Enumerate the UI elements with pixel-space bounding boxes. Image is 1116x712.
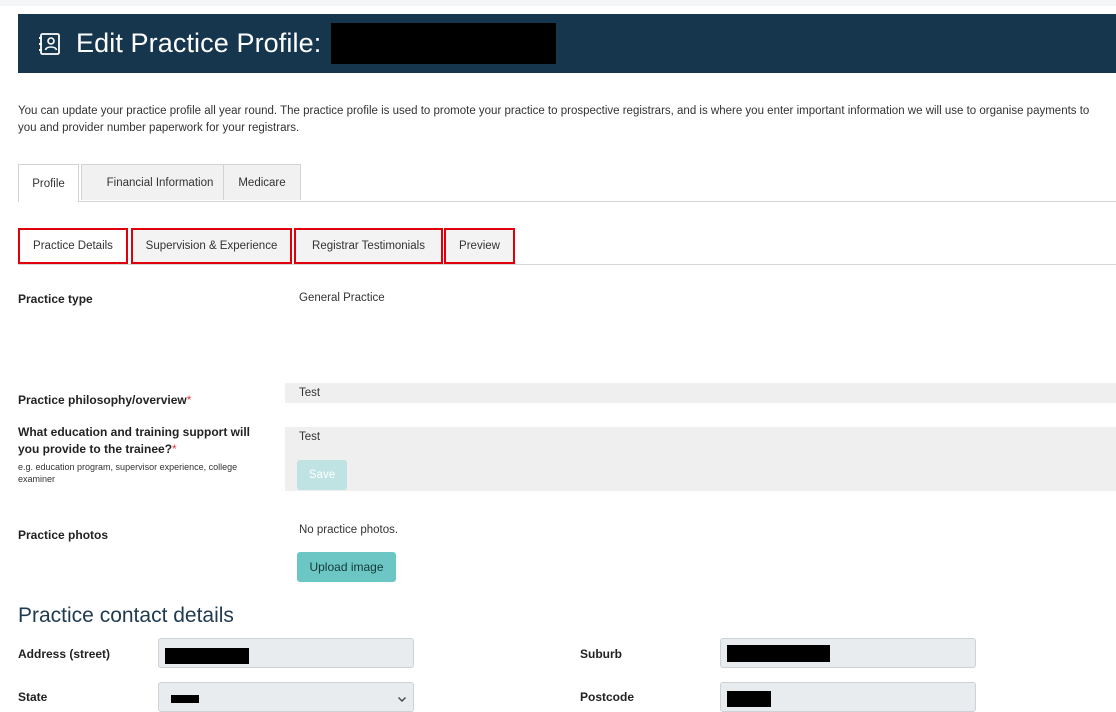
required-mark: *: [186, 393, 192, 407]
chevron-down-icon: [397, 691, 407, 702]
address-input[interactable]: [158, 638, 414, 668]
tab-supervision-experience[interactable]: Supervision & Experience: [131, 228, 292, 264]
state-label: State: [18, 690, 48, 704]
required-mark: *: [172, 442, 177, 456]
education-textbox[interactable]: [285, 427, 1116, 491]
postcode-label: Postcode: [580, 690, 635, 704]
tab-profile[interactable]: Profile: [18, 164, 79, 202]
practice-type-label: Practice type: [18, 292, 93, 306]
education-label: What education and training support will…: [18, 424, 273, 485]
tab-financial-information[interactable]: Financial Information: [81, 164, 239, 200]
suburb-label: Suburb: [580, 647, 622, 661]
philosophy-value: Test: [299, 387, 321, 399]
no-photos-text: No practice photos.: [299, 524, 399, 536]
address-label: Address (street): [18, 647, 111, 661]
practice-photos-label: Practice photos: [18, 528, 109, 542]
redacted-state: [171, 695, 199, 703]
page-title: Edit Practice Profile:: [76, 28, 322, 58]
education-help-text: e.g. education program, supervisor exper…: [18, 462, 238, 484]
save-button[interactable]: Save: [297, 460, 347, 490]
main-tabs: Profile Financial Information Medicare: [18, 164, 1116, 202]
sub-tabs: Practice Details Supervision & Experienc…: [18, 228, 1116, 265]
profile-card-icon: [38, 31, 64, 57]
suburb-input[interactable]: [720, 638, 976, 668]
redacted-practice-name: [331, 23, 557, 64]
practice-type-value: General Practice: [299, 292, 385, 304]
tab-practice-details[interactable]: Practice Details: [18, 228, 128, 264]
upload-image-button[interactable]: Upload image: [297, 552, 396, 582]
top-strip: [0, 0, 1116, 6]
redacted-address: [165, 648, 249, 664]
contact-section-title: Practice contact details: [18, 604, 234, 627]
page-header: Edit Practice Profile:: [18, 14, 1116, 73]
philosophy-textbox[interactable]: [285, 383, 1116, 403]
redacted-postcode: [727, 691, 771, 707]
education-value: Test: [299, 431, 321, 443]
intro-text: You can update your practice profile all…: [18, 105, 1090, 134]
tab-registrar-testimonials[interactable]: Registrar Testimonials: [294, 228, 443, 264]
redacted-suburb: [727, 645, 830, 662]
philosophy-label: Practice philosophy/overview*: [18, 393, 192, 407]
tab-preview[interactable]: Preview: [444, 228, 515, 264]
tab-medicare[interactable]: Medicare: [223, 164, 301, 200]
